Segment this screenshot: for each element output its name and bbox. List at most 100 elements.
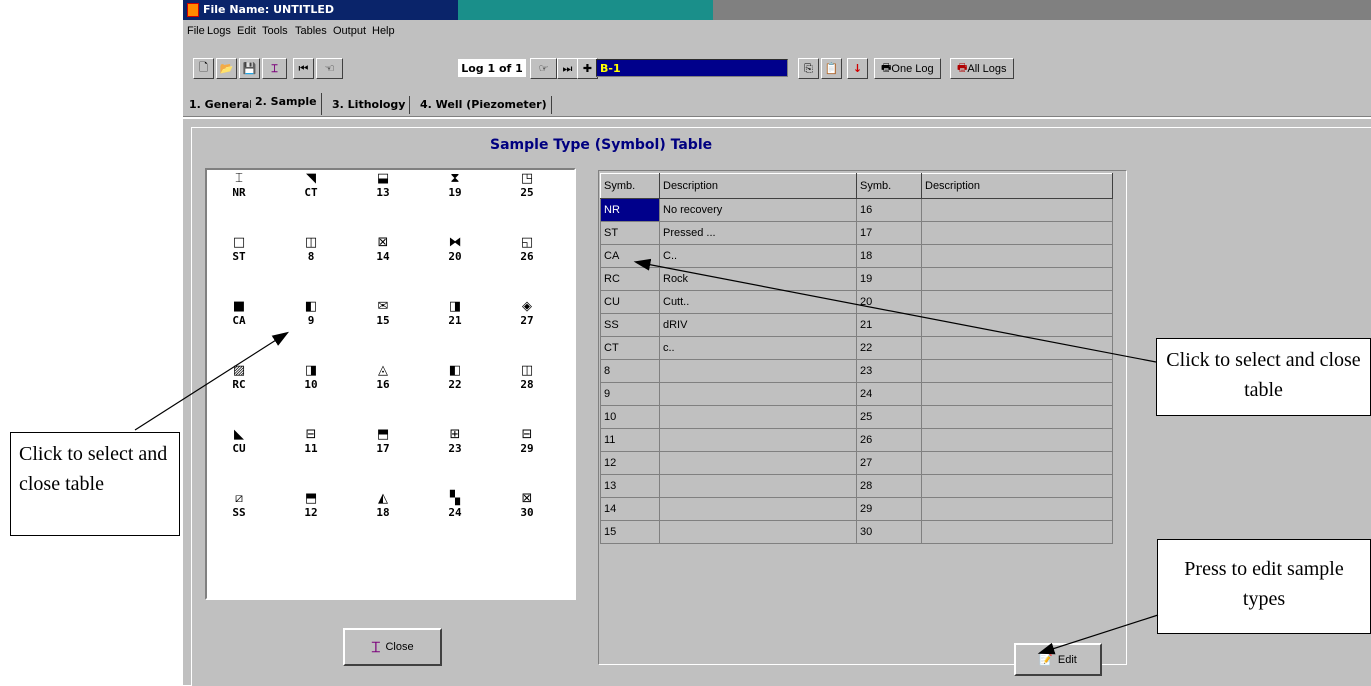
menu-file[interactable]: File [187, 25, 205, 37]
description-cell[interactable]: Rock [659, 267, 857, 291]
symbol-item[interactable]: ◬ 16 [363, 364, 403, 392]
symbol-item[interactable]: ◫ 8 [291, 236, 331, 264]
symb-cell[interactable]: 16 [856, 198, 922, 222]
symb-cell[interactable]: 19 [856, 267, 922, 291]
table-row[interactable]: CU Cutt.. 20 [600, 290, 1113, 314]
description-cell[interactable] [659, 405, 857, 429]
description-cell[interactable] [659, 428, 857, 452]
tab-sample[interactable]: 2. Sample [251, 93, 322, 115]
description-cell[interactable] [659, 359, 857, 383]
print-all-logs-button[interactable]: 🖶 All Logs [950, 58, 1014, 79]
next-log-button[interactable]: ☞ [530, 58, 557, 79]
description-cell[interactable] [921, 474, 1113, 498]
table-row[interactable]: 12 27 [600, 451, 1113, 475]
description-cell[interactable] [921, 451, 1113, 475]
symbol-item[interactable]: □ ST [219, 236, 259, 264]
symb-cell[interactable]: 30 [856, 520, 922, 544]
symb-cell[interactable]: RC [600, 267, 660, 291]
table-row[interactable]: 9 24 [600, 382, 1113, 406]
symb-cell[interactable]: 14 [600, 497, 660, 521]
log-tool-button[interactable]: ⌶ [262, 58, 287, 79]
table-row[interactable]: NR No recovery 16 [600, 198, 1113, 222]
copy-button[interactable]: ⎘ [798, 58, 819, 79]
symbol-item[interactable]: ▚ 24 [435, 492, 475, 520]
symb-cell[interactable]: 12 [600, 451, 660, 475]
save-button[interactable]: 💾 [239, 58, 260, 79]
symbol-item[interactable]: ⧄ SS [219, 492, 259, 520]
symbol-item[interactable]: ▨ RC [219, 364, 259, 392]
edit-button[interactable]: 📝 Edit [1014, 643, 1102, 676]
symb-cell[interactable]: 9 [600, 382, 660, 406]
description-cell[interactable] [921, 382, 1113, 406]
description-cell[interactable] [921, 244, 1113, 268]
export-button[interactable]: ↓ [847, 58, 868, 79]
symb-cell[interactable]: 21 [856, 313, 922, 337]
symb-cell[interactable]: 26 [856, 428, 922, 452]
symbol-item[interactable]: ⊟ 29 [507, 428, 547, 456]
symbol-item[interactable]: ◨ 21 [435, 300, 475, 328]
symbol-item[interactable]: ■ CA [219, 300, 259, 328]
open-file-button[interactable]: 📂 [216, 58, 237, 79]
symb-cell[interactable]: 25 [856, 405, 922, 429]
table-row[interactable]: 11 26 [600, 428, 1113, 452]
symb-cell[interactable]: SS [600, 313, 660, 337]
symb-cell[interactable]: 15 [600, 520, 660, 544]
description-cell[interactable]: No recovery [659, 198, 857, 222]
description-cell[interactable]: c.. [659, 336, 857, 360]
description-cell[interactable] [659, 451, 857, 475]
symb-cell[interactable]: 24 [856, 382, 922, 406]
description-cell[interactable] [659, 474, 857, 498]
table-row[interactable]: CT c.. 22 [600, 336, 1113, 360]
tab-lithology[interactable]: 3. Lithology [328, 96, 411, 114]
table-row[interactable]: 8 23 [600, 359, 1113, 383]
symbol-item[interactable]: ⊠ 30 [507, 492, 547, 520]
symb-cell[interactable]: ST [600, 221, 660, 245]
description-cell[interactable]: dRIV [659, 313, 857, 337]
print-one-log-button[interactable]: 🖶 One Log [874, 58, 941, 79]
symbol-item[interactable]: ⊞ 23 [435, 428, 475, 456]
symbol-item[interactable]: ◧ 22 [435, 364, 475, 392]
symb-cell[interactable]: CA [600, 244, 660, 268]
symb-cell[interactable]: 18 [856, 244, 922, 268]
symbol-item[interactable]: ◣ CU [219, 428, 259, 456]
symb-cell[interactable]: 27 [856, 451, 922, 475]
description-cell[interactable] [921, 497, 1113, 521]
first-log-button[interactable]: ⏮ [293, 58, 314, 79]
symbol-item[interactable]: ◧ 9 [291, 300, 331, 328]
table-row[interactable]: 13 28 [600, 474, 1113, 498]
description-cell[interactable] [921, 359, 1113, 383]
description-cell[interactable] [659, 382, 857, 406]
symbol-item[interactable]: ◳ 25 [507, 172, 547, 200]
menu-logs[interactable]: Logs [207, 25, 231, 37]
symb-cell[interactable]: NR [600, 198, 660, 222]
symbol-item[interactable]: ◱ 26 [507, 236, 547, 264]
paste-button[interactable]: 📋 [821, 58, 842, 79]
symbol-item[interactable]: ⊟ 11 [291, 428, 331, 456]
symbol-item[interactable]: ◭ 18 [363, 492, 403, 520]
description-cell[interactable]: Pressed ... [659, 221, 857, 245]
log-name-field[interactable]: B-1 [596, 59, 788, 77]
symbol-item[interactable]: ⬓ 13 [363, 172, 403, 200]
menu-tools[interactable]: Tools [262, 25, 288, 37]
new-file-button[interactable]: 🗋 [193, 58, 214, 79]
menu-tables[interactable]: Tables [295, 25, 327, 37]
symb-cell[interactable]: 29 [856, 497, 922, 521]
symbol-item[interactable]: ⧗ 19 [435, 172, 475, 200]
add-log-button[interactable]: ✚ [577, 58, 598, 79]
description-cell[interactable] [921, 428, 1113, 452]
description-cell[interactable] [659, 520, 857, 544]
menu-output[interactable]: Output [333, 25, 366, 37]
tab-well-piezometer[interactable]: 4. Well (Piezometer) [416, 96, 552, 114]
symb-cell[interactable]: 20 [856, 290, 922, 314]
symbol-item[interactable]: ⬒ 12 [291, 492, 331, 520]
symb-cell[interactable]: CT [600, 336, 660, 360]
table-row[interactable]: CA C.. 18 [600, 244, 1113, 268]
symbol-item[interactable]: ✉ 15 [363, 300, 403, 328]
symbol-item[interactable]: ⬒ 17 [363, 428, 403, 456]
description-cell[interactable] [921, 290, 1113, 314]
symb-cell[interactable]: 17 [856, 221, 922, 245]
last-log-button[interactable]: ⏭ [557, 58, 578, 79]
symbol-item[interactable]: ◨ 10 [291, 364, 331, 392]
symb-cell[interactable]: 28 [856, 474, 922, 498]
symb-cell[interactable]: 11 [600, 428, 660, 452]
